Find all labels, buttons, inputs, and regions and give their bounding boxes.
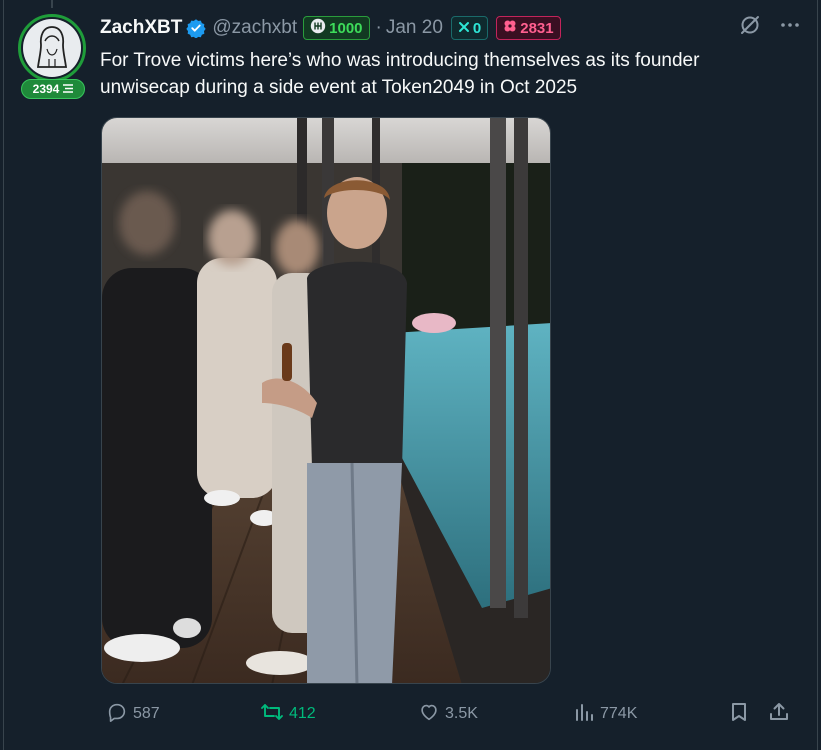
teal-score-value: 0: [472, 19, 482, 37]
flower-logo-icon: [503, 19, 517, 37]
header-actions: [739, 14, 801, 42]
view-count: 774K: [600, 705, 638, 722]
hexagon-logo-icon: [310, 18, 326, 38]
retweet-count: 412: [289, 705, 316, 722]
tweet-action-bar: 587 412 3.5K 774K: [100, 700, 800, 728]
bookmark-icon: [728, 701, 750, 728]
like-button[interactable]: 3.5K: [418, 700, 478, 728]
views-button[interactable]: 774K: [573, 700, 637, 728]
share-upload-icon: [768, 701, 790, 728]
pink-score-value: 2831: [520, 19, 554, 37]
bookmark-button[interactable]: [728, 700, 750, 728]
tweet-date[interactable]: Jan 20: [386, 17, 443, 39]
author-avatar[interactable]: [18, 14, 86, 82]
grok-icon[interactable]: [739, 14, 761, 42]
score-badge[interactable]: 2394: [21, 79, 85, 99]
tweet-card[interactable]: 2394 ZachXBT @zachxbt 1000 · Jan 20 0 28…: [4, 0, 817, 750]
score-badge-value: 2394: [32, 82, 60, 96]
analytics-bars-icon: [573, 701, 595, 728]
tweet-text-line: unwisecap during a side event at Token20…: [100, 77, 578, 98]
list-lines-icon: [63, 82, 74, 96]
retweet-arrows-icon: [260, 701, 284, 728]
share-button[interactable]: [768, 700, 790, 728]
pink-score-pill[interactable]: 2831: [496, 16, 561, 40]
hooded-figure-icon: [23, 19, 81, 77]
green-score-value: 1000: [329, 19, 363, 37]
author-handle[interactable]: @zachxbt: [212, 17, 297, 39]
teal-score-pill[interactable]: 0: [450, 16, 489, 40]
retweet-button[interactable]: 412: [260, 700, 316, 728]
right-border: [817, 0, 818, 750]
tweet-text-line: For Trove victims here’s who was introdu…: [100, 50, 700, 71]
video-scene-image: [102, 118, 550, 683]
reply-count: 587: [133, 705, 160, 722]
like-count: 3.5K: [445, 705, 478, 722]
more-options-icon[interactable]: [779, 14, 801, 42]
meta-separator: ·: [375, 17, 382, 38]
reply-bubble-icon: [106, 701, 128, 728]
reply-button[interactable]: 587: [106, 700, 160, 728]
tweet-header: ZachXBT @zachxbt 1000 · Jan 20 0 2831: [100, 14, 801, 42]
tweet-text: For Trove victims here’s who was introdu…: [100, 47, 780, 101]
heart-icon: [418, 701, 440, 728]
tweet-video-thumbnail[interactable]: [101, 117, 551, 684]
green-score-pill[interactable]: 1000: [303, 16, 370, 40]
verified-badge-icon: [186, 18, 207, 38]
cross-arrows-icon: [458, 20, 470, 37]
author-display-name[interactable]: ZachXBT: [100, 17, 182, 39]
